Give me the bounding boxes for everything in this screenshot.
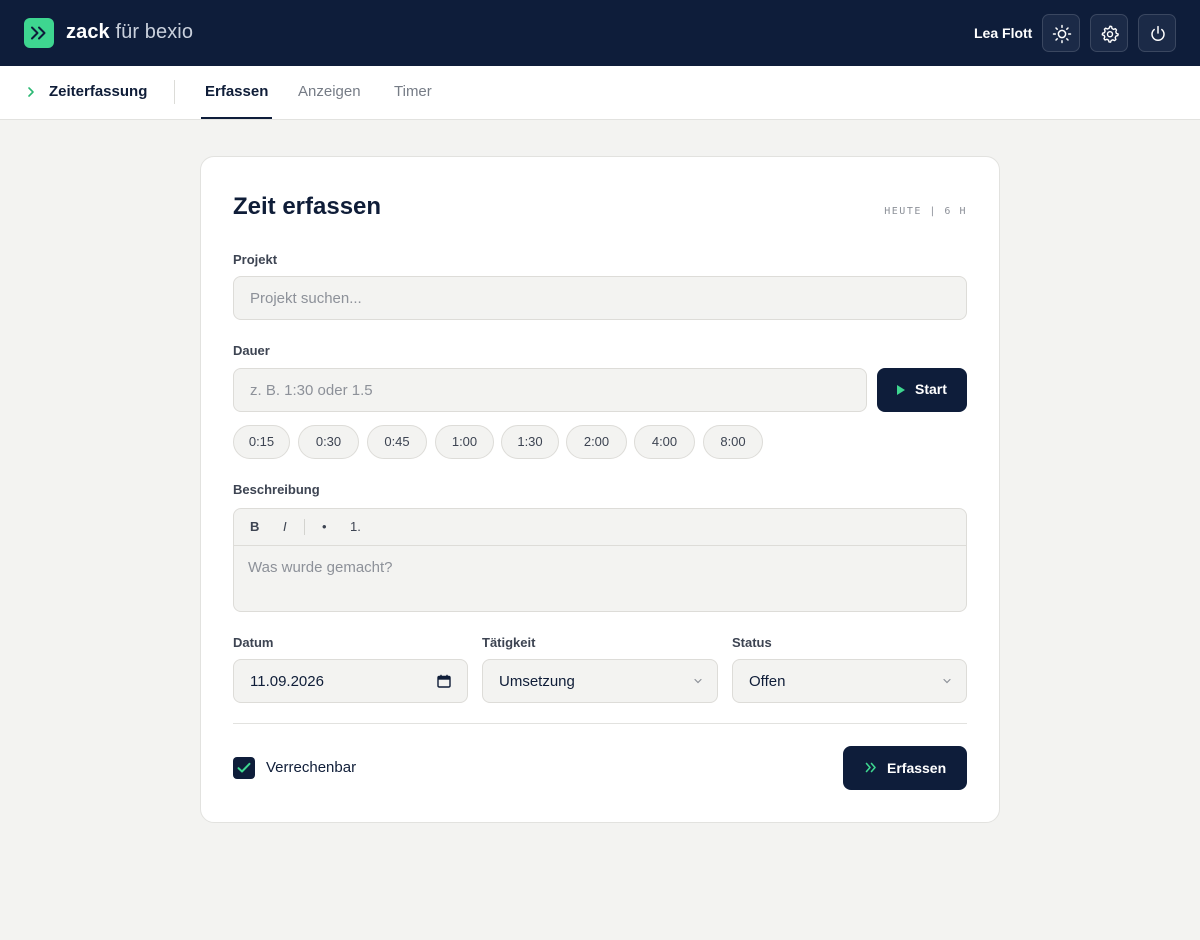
user-name: Lea Flott <box>974 25 1033 41</box>
bold-button[interactable]: B <box>250 519 259 534</box>
chevron-down-icon <box>943 678 951 684</box>
gear-icon <box>1101 25 1119 43</box>
duration-preset-chip[interactable]: 0:15 <box>233 425 290 459</box>
activity-value: Umsetzung <box>499 673 575 690</box>
billable-label[interactable]: Verrechenbar <box>266 759 356 776</box>
duration-preset-chip[interactable]: 8:00 <box>703 425 763 459</box>
date-label: Datum <box>233 635 274 650</box>
theme-toggle-button[interactable] <box>1042 14 1080 52</box>
logo[interactable] <box>24 18 54 48</box>
time-entry-card: Zeit erfassen HEUTE | 6 H Projekt Projek… <box>200 156 1000 823</box>
toolbar-divider <box>304 519 305 535</box>
project-search-placeholder: Projekt suchen... <box>250 290 362 307</box>
duration-preset-chip[interactable]: 0:45 <box>367 425 427 459</box>
description-editor[interactable]: B I • 1. Was wurde gemacht? <box>233 508 967 612</box>
activity-label: Tätigkeit <box>482 635 536 650</box>
duration-label: Dauer <box>233 343 270 358</box>
description-label: Beschreibung <box>233 482 320 497</box>
calendar-icon[interactable] <box>437 674 451 688</box>
play-icon <box>897 385 905 395</box>
status-select[interactable]: Offen <box>732 659 967 703</box>
nav-divider <box>174 80 175 104</box>
brand-name: zack für bexio <box>66 21 193 44</box>
settings-button[interactable] <box>1090 14 1128 52</box>
submit-entry-button[interactable]: Erfassen <box>843 746 967 790</box>
duration-preset-chip[interactable]: 2:00 <box>566 425 627 459</box>
breadcrumb-section[interactable]: Zeiterfassung <box>49 83 147 100</box>
duration-preset-chip[interactable]: 1:00 <box>435 425 494 459</box>
billable-checkbox[interactable] <box>233 757 255 779</box>
project-search-input[interactable]: Projekt suchen... <box>233 276 967 320</box>
bullet-list-button[interactable]: • <box>322 519 327 534</box>
brand-name-strong: zack <box>66 21 110 43</box>
checkmark-icon <box>237 762 251 773</box>
duration-preset-chip[interactable]: 4:00 <box>634 425 695 459</box>
active-tab-indicator <box>201 117 272 119</box>
power-icon <box>1151 25 1165 41</box>
start-button-label: Start <box>915 381 947 397</box>
logout-button[interactable] <box>1138 14 1176 52</box>
form-divider <box>233 723 967 724</box>
tab-erfassen[interactable]: Erfassen <box>205 83 268 100</box>
status-label: Status <box>732 635 772 650</box>
editor-toolbar: B I • 1. <box>234 509 966 546</box>
date-input[interactable]: 11.09.2026 <box>233 659 468 703</box>
page-title: Zeit erfassen <box>233 193 382 220</box>
today-summary: HEUTE | 6 H <box>884 206 967 217</box>
date-value: 11.09.2026 <box>250 673 324 690</box>
brand-name-suffix: für bexio <box>115 21 194 43</box>
activity-select[interactable]: Umsetzung <box>482 659 718 703</box>
status-value: Offen <box>749 673 786 690</box>
duration-preset-chip[interactable]: 0:30 <box>298 425 359 459</box>
double-chevron-right-icon <box>865 762 876 773</box>
duration-input[interactable]: z. B. 1:30 oder 1.5 <box>233 368 867 412</box>
sun-icon <box>1052 24 1072 44</box>
sub-navigation: Zeiterfassung Erfassen Anzeigen Timer <box>0 66 1200 120</box>
duration-preset-chip[interactable]: 1:30 <box>501 425 559 459</box>
project-label: Projekt <box>233 252 278 267</box>
numbered-list-button[interactable]: 1. <box>350 519 361 534</box>
italic-button[interactable]: I <box>283 519 287 534</box>
chevron-right-icon <box>28 87 34 97</box>
top-header: zack für bexio Lea Flott <box>0 0 1200 66</box>
duration-placeholder: z. B. 1:30 oder 1.5 <box>250 382 373 399</box>
tab-timer[interactable]: Timer <box>394 83 432 100</box>
description-placeholder: Was wurde gemacht? <box>248 559 393 576</box>
chevron-down-icon <box>694 678 702 684</box>
tab-anzeigen[interactable]: Anzeigen <box>298 83 361 100</box>
start-timer-button[interactable]: Start <box>877 368 967 412</box>
submit-button-label: Erfassen <box>887 760 947 776</box>
double-chevron-right-icon <box>31 26 46 40</box>
